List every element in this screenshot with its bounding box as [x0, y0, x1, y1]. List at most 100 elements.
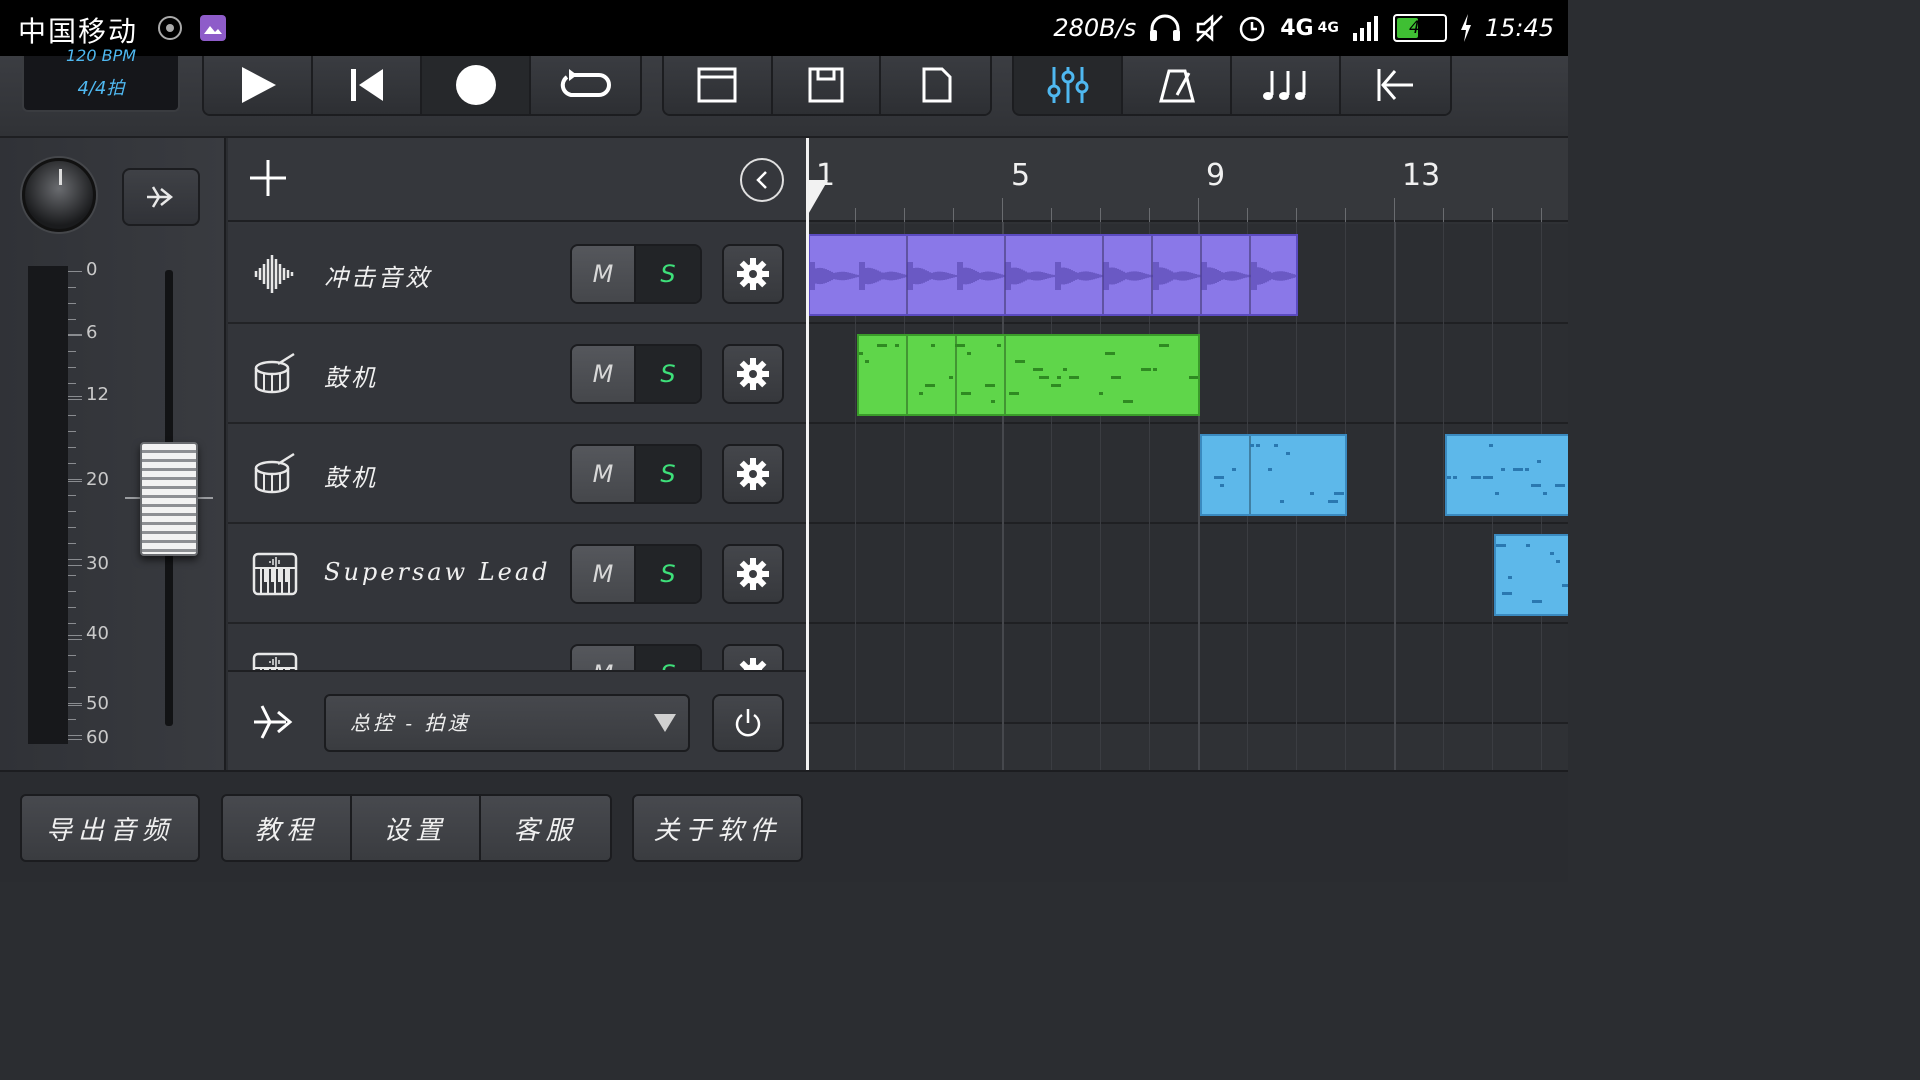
bottom-bar: 导出音频 教程 设置 客服 关于软件: [0, 770, 1568, 882]
tempo-display[interactable]: 120 BPM 4/4拍: [22, 46, 180, 112]
automation-bar: 总控 - 拍速: [228, 670, 806, 770]
window-button[interactable]: [664, 56, 773, 114]
timeline-ruler[interactable]: 1 5 9 13: [806, 138, 1568, 222]
mute-button[interactable]: M: [572, 346, 636, 402]
record-icon: [455, 65, 496, 105]
chevron-down-icon: [654, 714, 676, 732]
solo-button[interactable]: S: [636, 246, 700, 302]
solo-button[interactable]: S: [636, 546, 700, 602]
db-scale-label: 0: [86, 259, 98, 280]
track-settings-button[interactable]: [722, 344, 784, 404]
midi-clip[interactable]: [1494, 534, 1568, 616]
track-list-header: [228, 138, 806, 222]
carrier-name: 中国移动: [18, 15, 139, 48]
track-name[interactable]: 鼓机: [324, 458, 378, 493]
signal-icon: [1352, 16, 1378, 41]
drum-pattern-clip[interactable]: [857, 334, 1200, 416]
metronome-button[interactable]: [1123, 56, 1232, 114]
db-scale-label: 20: [86, 469, 109, 490]
loop-icon: [561, 69, 612, 97]
arrangement-view[interactable]: 1 5 9 13: [806, 138, 1568, 770]
back-icon: [1377, 69, 1414, 101]
solo-button[interactable]: S: [636, 346, 700, 402]
new-file-icon: [922, 67, 952, 103]
drum-pattern-clip[interactable]: [1445, 434, 1568, 516]
track-name[interactable]: Supersaw Lead: [324, 558, 551, 586]
track-list: 冲击音效MS鼓机MS鼓机MSSupersaw LeadMSMS 总控 - 拍速: [228, 138, 806, 770]
collapse-panel-button[interactable]: [740, 158, 784, 202]
master-volume-fader[interactable]: [140, 442, 198, 556]
mixer-button[interactable]: [1014, 56, 1123, 114]
mute-button[interactable]: M: [572, 446, 636, 502]
metronome-icon: [1158, 69, 1195, 103]
mute-button[interactable]: M: [572, 546, 636, 602]
drum-icon: [252, 452, 298, 496]
track-lane[interactable]: [806, 624, 1568, 724]
track-row[interactable]: 鼓机 M S: [228, 324, 806, 424]
time-signature: 4/4拍: [77, 78, 125, 99]
bar-number: 5: [1011, 158, 1031, 193]
export-audio-button[interactable]: 导出音频: [20, 794, 200, 862]
network-type: 4G: [1280, 15, 1314, 41]
route-icon: [147, 186, 174, 208]
settings-button[interactable]: 设置: [352, 796, 481, 860]
window-icon: [697, 67, 737, 103]
playhead[interactable]: [806, 138, 809, 770]
file-controls: [662, 56, 992, 116]
clock: 15:45: [1484, 14, 1554, 42]
battery-icon: 42: [1392, 14, 1447, 42]
support-button[interactable]: 客服: [481, 796, 610, 860]
gear-icon: [737, 458, 769, 490]
back-button[interactable]: [1341, 56, 1450, 114]
track-row[interactable]: 鼓机 M S: [228, 424, 806, 524]
gallery-notification-icon: [200, 15, 226, 41]
db-scale-label: 60: [86, 727, 109, 748]
db-scale-label: 30: [86, 553, 109, 574]
track-settings-button[interactable]: [722, 444, 784, 504]
drum-pattern-clip[interactable]: [1200, 434, 1347, 516]
master-mixer: 0 6 12 20 30 40 50 60: [0, 138, 226, 770]
loop-button[interactable]: [531, 56, 640, 114]
about-button[interactable]: 关于软件: [632, 794, 803, 862]
tutorial-button[interactable]: 教程: [223, 796, 352, 860]
mixer-icon: [1047, 67, 1088, 103]
track-lane[interactable]: [806, 524, 1568, 624]
mute-solo-group: MS: [570, 444, 702, 504]
headphones-icon: [1150, 14, 1181, 41]
mute-button[interactable]: M: [572, 246, 636, 302]
track-settings-button[interactable]: [722, 244, 784, 304]
mute-solo-group: MS: [570, 344, 702, 404]
play-icon: [241, 67, 276, 103]
automation-select[interactable]: 总控 - 拍速: [324, 694, 690, 752]
notes-icon: [1262, 71, 1305, 100]
route-icon: [254, 705, 293, 739]
power-button[interactable]: [712, 694, 784, 752]
track-row[interactable]: 冲击音效 M S: [228, 224, 806, 324]
new-file-button[interactable]: [881, 56, 990, 114]
master-route-button[interactable]: [122, 168, 200, 226]
track-name[interactable]: 鼓机: [324, 358, 378, 393]
save-button[interactable]: [772, 56, 882, 114]
alarm-icon: [1239, 16, 1265, 42]
mute-solo-group: MS: [570, 244, 702, 304]
track-settings-button[interactable]: [722, 544, 784, 604]
add-track-button[interactable]: [248, 156, 288, 200]
gear-icon: [737, 558, 769, 590]
playhead-marker[interactable]: [806, 180, 828, 218]
db-scale-label: 40: [86, 623, 109, 644]
track-row[interactable]: Supersaw Lead M S: [228, 524, 806, 624]
top-toolbar: 120 BPM 4/4拍: [0, 46, 1568, 138]
charging-icon: [1460, 14, 1471, 42]
notes-button[interactable]: [1232, 56, 1341, 114]
chevron-left-icon: [756, 171, 767, 189]
master-pan-knob[interactable]: [22, 158, 96, 232]
save-icon: [808, 67, 844, 103]
record-button[interactable]: [422, 56, 531, 114]
audio-clip[interactable]: [808, 234, 1298, 316]
track-name[interactable]: 冲击音效: [324, 258, 432, 293]
solo-button[interactable]: S: [636, 446, 700, 502]
power-icon: [735, 709, 761, 737]
db-scale-label: 50: [86, 693, 109, 714]
rewind-button[interactable]: [313, 56, 422, 114]
play-button[interactable]: [204, 56, 313, 114]
